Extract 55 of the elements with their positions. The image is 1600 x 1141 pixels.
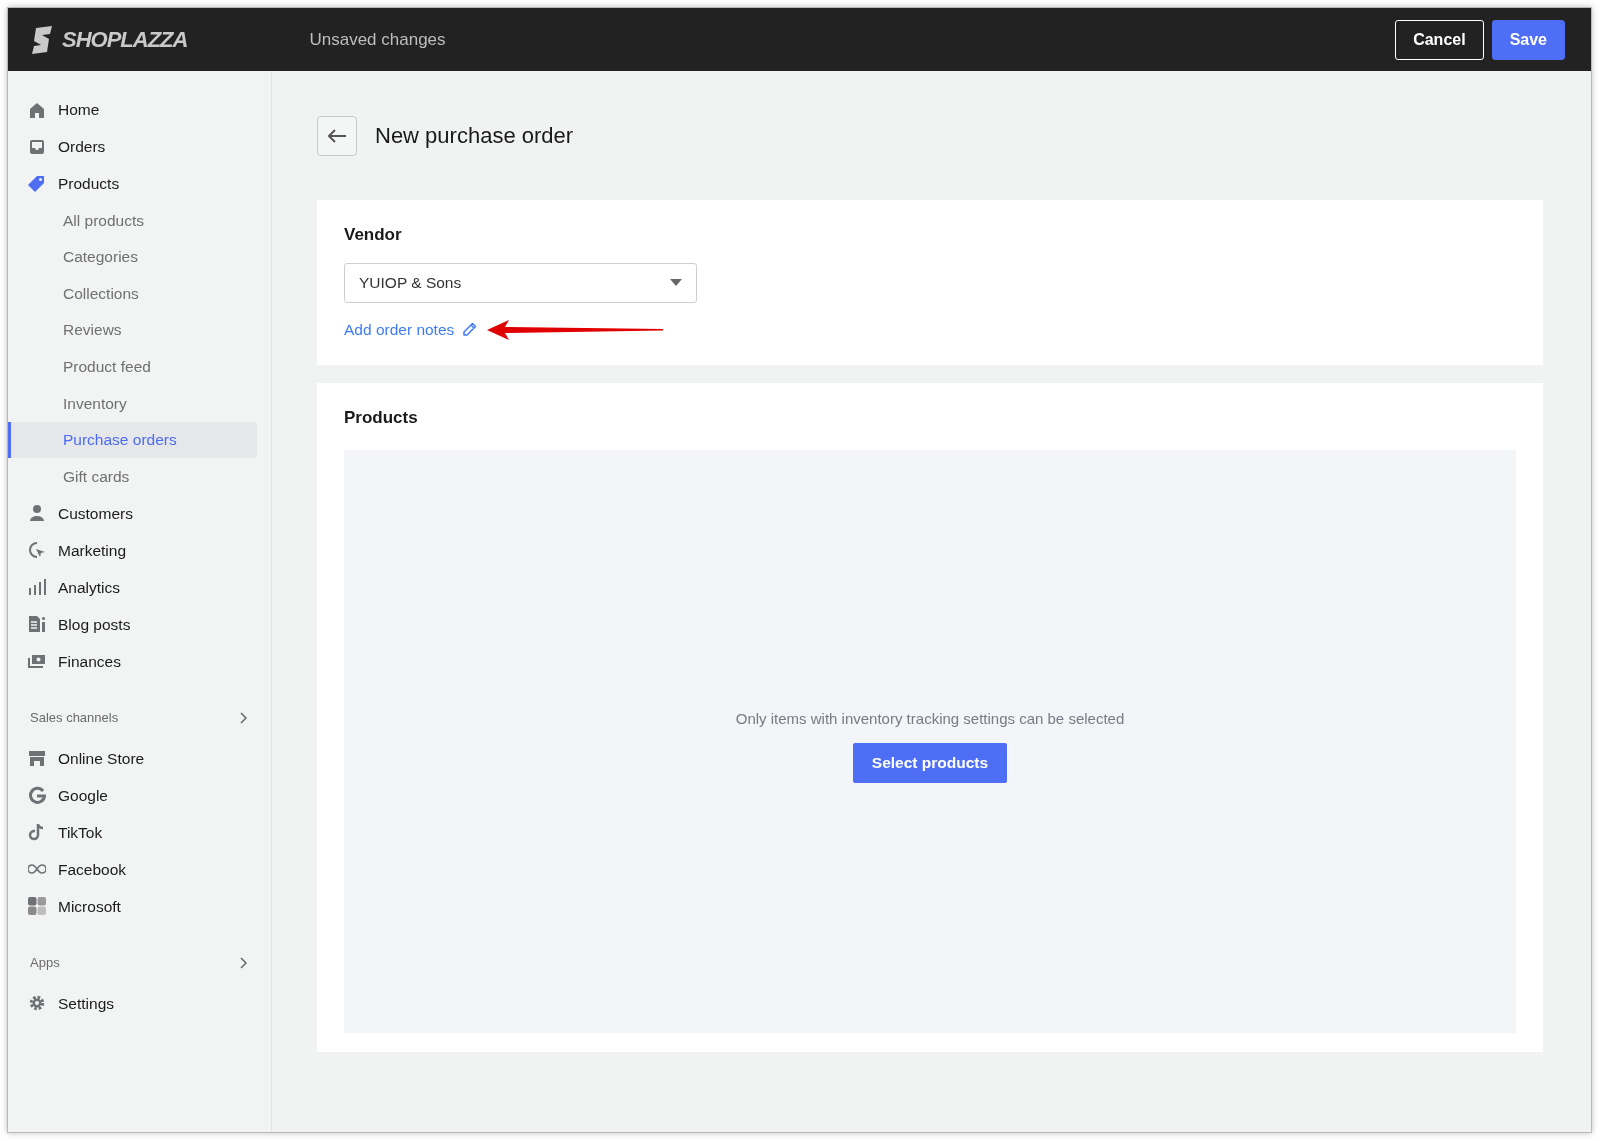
add-order-notes-link[interactable]: Add order notes <box>344 317 455 342</box>
arrow-left-icon <box>327 128 347 144</box>
sidebar-item[interactable]: Microsoft <box>8 887 271 925</box>
storefront-icon <box>28 749 46 768</box>
sidebar-item[interactable]: Products <box>8 165 271 202</box>
unsaved-status: Unsaved changes <box>309 28 446 51</box>
sidebar-item[interactable]: Orders <box>8 128 271 165</box>
page-title: New purchase order <box>375 122 574 150</box>
save-button[interactable]: Save <box>1491 19 1565 60</box>
home-icon <box>28 100 46 119</box>
sidebar-item[interactable]: Customers <box>8 494 271 532</box>
vendor-label: Vendor <box>344 224 403 246</box>
sidebar-item[interactable]: Blog posts <box>8 605 271 643</box>
select-products-button[interactable]: Select products <box>852 742 1008 783</box>
sidebar-subitem[interactable]: Collections <box>8 275 257 312</box>
section-heading: Sales channels <box>30 709 119 727</box>
sidebar-item[interactable]: Marketing <box>8 531 271 569</box>
document-icon <box>28 615 46 634</box>
chevron-right-icon[interactable] <box>240 956 247 969</box>
cash-icon <box>28 652 46 671</box>
sidebar-item[interactable]: Home <box>8 91 271 128</box>
pencil-icon[interactable] <box>462 322 478 337</box>
section-heading: Apps <box>30 954 60 972</box>
sidebar-item[interactable]: TikTok <box>8 813 271 851</box>
logo-text: SHOPLAZZA <box>62 26 188 53</box>
sidebar-subitem[interactable]: Product feed <box>8 348 257 385</box>
products-heading: Products <box>344 406 419 429</box>
vendor-dropdown[interactable]: YUIOP & Sons <box>344 262 697 303</box>
sidebar-item[interactable]: Finances <box>8 642 271 680</box>
sidebar-subitem[interactable]: Purchase orders <box>8 421 257 459</box>
sidebar-subitem[interactable]: All products <box>8 202 257 239</box>
g-letter-icon <box>28 786 46 805</box>
settings-icon <box>28 994 46 1013</box>
sidebar-subitem[interactable]: Reviews <box>8 311 257 349</box>
sidebar-item[interactable]: Analytics <box>8 568 271 606</box>
hint-text: Only items with inventory tracking settings can be selected <box>735 709 1125 730</box>
tag-icon <box>28 174 46 193</box>
logo-icon <box>30 25 54 54</box>
bar-chart-icon <box>28 578 46 597</box>
window-grid-icon <box>28 897 46 916</box>
sidebar-item[interactable]: Settings <box>8 984 271 1022</box>
cursor-target-icon <box>28 541 46 560</box>
sidebar-item[interactable]: Facebook <box>8 850 271 888</box>
inbox-icon <box>28 137 46 156</box>
sidebar-subitem[interactable]: Categories <box>8 238 257 276</box>
back-button[interactable] <box>317 116 357 156</box>
music-note-icon <box>28 823 46 842</box>
sidebar-subitem[interactable]: Inventory <box>8 384 257 422</box>
caret-down-icon <box>670 279 682 286</box>
chevron-right-icon[interactable] <box>240 711 247 724</box>
sidebar-item[interactable]: Google <box>8 776 271 814</box>
sidebar-item[interactable]: Online Store <box>8 739 271 777</box>
sidebar-subitem[interactable]: Gift cards <box>8 458 257 495</box>
cancel-button[interactable]: Cancel <box>1395 19 1484 60</box>
person-icon <box>28 504 46 523</box>
